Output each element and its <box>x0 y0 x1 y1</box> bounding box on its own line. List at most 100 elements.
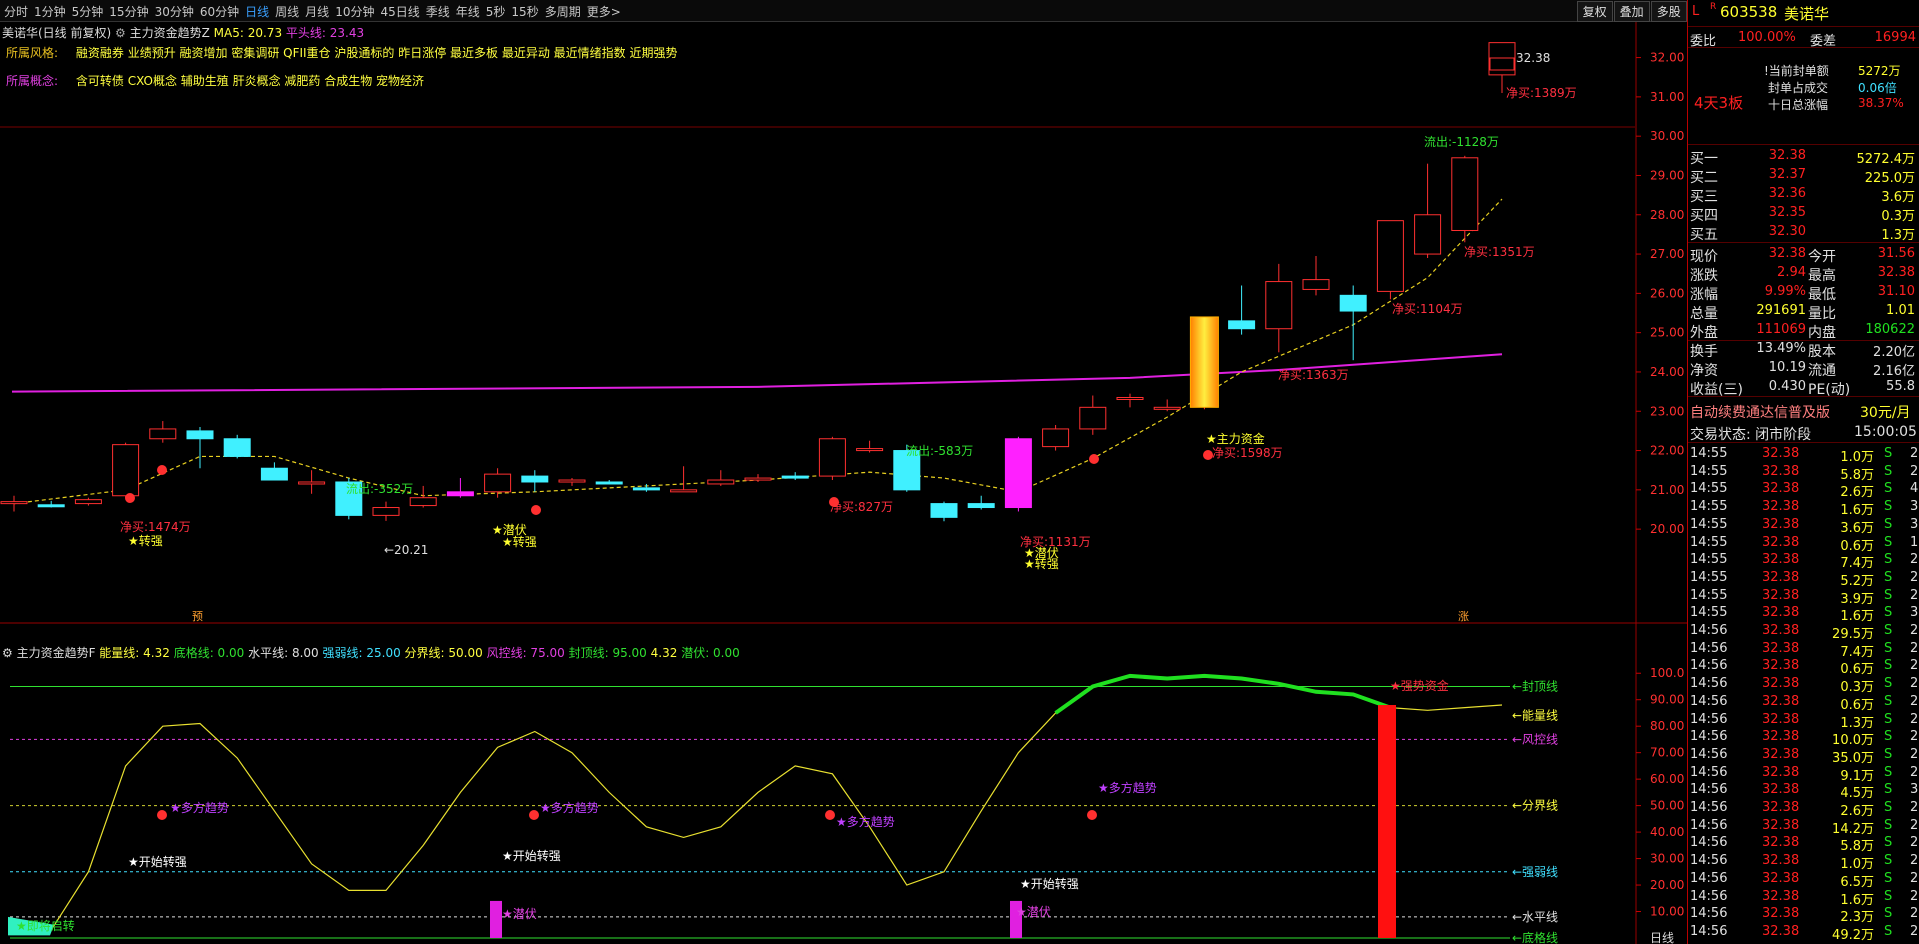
tick-time: 14:56 <box>1690 640 1728 656</box>
period-tab[interactable]: 多周期 <box>545 3 581 20</box>
promo-text[interactable]: 自动续费通达信普及版 <box>1690 402 1830 422</box>
tick-side: S <box>1884 870 1893 886</box>
candle-body <box>781 475 809 479</box>
tick-side: S <box>1884 764 1893 780</box>
tick-price: 32.38 <box>1762 534 1800 550</box>
tick-time: 14:55 <box>1690 605 1728 621</box>
stat-value: 2.94 <box>1777 265 1806 280</box>
tick-count: 2 <box>1910 658 1919 674</box>
tick-volume: 1.6万 <box>1840 892 1874 908</box>
stat-value: 32.38 <box>1768 246 1806 261</box>
period-tab[interactable]: 1分钟 <box>34 3 66 20</box>
tick-price: 32.38 <box>1762 587 1800 603</box>
tick-time: 14:56 <box>1690 923 1728 939</box>
tick-volume: 2.6万 <box>1840 485 1874 501</box>
pre-marker: 预 <box>192 610 203 623</box>
period-tab[interactable]: 更多> <box>587 3 621 20</box>
candle <box>298 470 326 494</box>
tick-side: S <box>1884 552 1893 568</box>
tick-count: 3 <box>1910 605 1919 621</box>
candle-body <box>856 448 884 452</box>
tick-count: 2 <box>1910 569 1919 585</box>
candle-body <box>744 477 772 481</box>
tick-time: 14:55 <box>1690 516 1728 532</box>
stock-code: 603538 <box>1720 3 1778 21</box>
tool-button[interactable]: 复权 <box>1576 1 1613 22</box>
period-tab[interactable]: 年线 <box>456 3 480 20</box>
stat-label: 内盘 <box>1808 325 1836 341</box>
period-tab[interactable]: 15秒 <box>511 3 538 20</box>
sub-annotation: ★开始转强 <box>128 854 187 869</box>
tick-volume: 4.5万 <box>1840 786 1874 802</box>
stat-label: 流通 <box>1808 363 1836 379</box>
strong-section <box>1054 673 1392 715</box>
period-tab[interactable]: 分时 <box>4 3 28 20</box>
period-tab[interactable]: 5秒 <box>486 3 506 20</box>
candle <box>1042 425 1070 451</box>
period-tab[interactable]: 60分钟 <box>200 3 239 20</box>
candle <box>112 442 140 498</box>
candle-body <box>37 504 65 508</box>
candle <box>149 421 177 443</box>
tick-volume: 1.6万 <box>1840 503 1874 519</box>
stat-label: 涨跌 <box>1690 268 1718 284</box>
tick-volume: 6.5万 <box>1840 874 1874 890</box>
period-tab[interactable]: 季线 <box>426 3 450 20</box>
sub-annotation: ★多方趋势 <box>836 814 895 829</box>
sub-axis-label: 50.00 <box>1650 799 1684 813</box>
period-tab[interactable]: 5分钟 <box>72 3 104 20</box>
stat-label: 最低 <box>1808 287 1836 303</box>
period-tab[interactable]: 月线 <box>305 3 329 20</box>
tick-count: 2 <box>1910 587 1919 603</box>
stat-label: PE(动) <box>1808 382 1851 398</box>
period-tab[interactable]: 日线 <box>245 3 269 20</box>
main-annotation: 净买:1474万 <box>120 520 191 534</box>
tick-volume: 1.3万 <box>1840 715 1874 731</box>
signal-dot <box>157 465 167 475</box>
candle-body <box>1116 396 1144 400</box>
candle-body <box>260 467 288 481</box>
tick-time: 14:56 <box>1690 800 1728 815</box>
sub-indicator-name[interactable]: ⚙ 主力资金趋势F <box>2 645 99 660</box>
tick-time: 14:55 <box>1690 552 1728 568</box>
tick-volume: 2.3万 <box>1840 910 1874 926</box>
promo-price[interactable]: 30元/月 <box>1860 402 1911 422</box>
tick-side: S <box>1884 906 1893 922</box>
tick-price: 32.38 <box>1762 676 1800 692</box>
candle <box>1451 155 1479 243</box>
period-tab[interactable]: 45日线 <box>380 3 419 20</box>
tick-count: 2 <box>1910 623 1919 638</box>
stat-value: 9.99% <box>1764 284 1806 299</box>
tick-time: 14:56 <box>1690 835 1728 851</box>
candle-body <box>707 479 735 485</box>
period-tab[interactable]: 周线 <box>275 3 299 20</box>
price-axis-label: 24.00 <box>1650 365 1684 379</box>
candle-body <box>149 428 177 440</box>
sub-annotation: ★潜伏 <box>1016 905 1051 919</box>
sub-axis-label: 100.0 <box>1650 666 1684 680</box>
quote-panel: L R 603538 美诺华 委比 100.00% 委差 16994 4天3板 … <box>1687 0 1919 944</box>
candle-body-gold <box>1189 316 1219 408</box>
period-tab[interactable]: 10分钟 <box>335 3 374 20</box>
level-label: ←风控线 <box>1512 732 1558 746</box>
stat-value: 31.10 <box>1877 284 1915 299</box>
tick-side: S <box>1884 658 1893 674</box>
sub-annotation: ★开始转强 <box>502 848 561 863</box>
tick-price: 32.38 <box>1762 569 1800 585</box>
main-annotation: 净买:1363万 <box>1278 368 1349 382</box>
seal-amount: 5272万 <box>1858 64 1901 78</box>
candle-body <box>223 438 251 457</box>
tick-price: 32.38 <box>1762 499 1800 515</box>
period-tab[interactable]: 30分钟 <box>155 3 194 20</box>
sub-annotation: ★潜伏 <box>502 907 537 921</box>
candle-body <box>1339 294 1367 312</box>
candle-body <box>484 473 512 493</box>
tick-time: 14:56 <box>1690 817 1728 833</box>
period-tab[interactable]: 15分钟 <box>109 3 148 20</box>
signal-dot <box>531 505 541 515</box>
stat-label: 今开 <box>1808 249 1836 265</box>
board-count: 4天3板 <box>1694 94 1744 112</box>
tick-count: 2 <box>1910 676 1919 692</box>
tool-button[interactable]: 叠加 <box>1613 1 1650 22</box>
tool-button[interactable]: 多股 <box>1650 1 1687 22</box>
